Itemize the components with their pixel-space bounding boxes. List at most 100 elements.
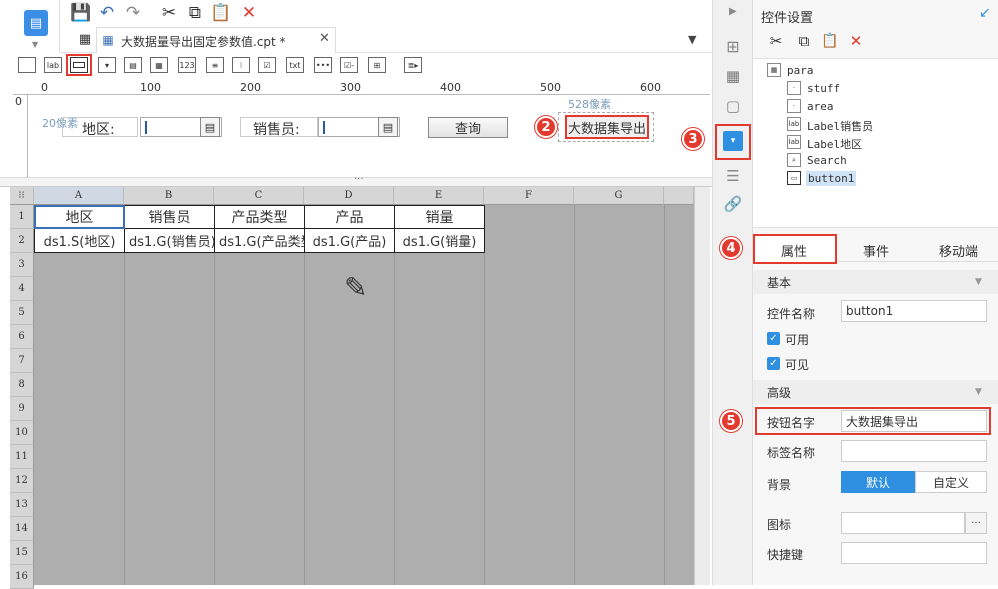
tree-item[interactable]: stuff: [807, 82, 840, 95]
row-header[interactable]: 15: [10, 541, 34, 565]
cell-D2[interactable]: ds1.G(产品): [305, 229, 395, 253]
row-header[interactable]: 13: [10, 493, 34, 517]
icon-input[interactable]: [841, 512, 965, 534]
column-header[interactable]: G: [574, 187, 664, 205]
pane-splitter[interactable]: ···: [0, 174, 712, 187]
query-button[interactable]: 查询: [428, 117, 508, 138]
report-grid[interactable]: ⁝⁝ A B C D E F G 1 2 3 4 5 6 7 8 9 10 11…: [10, 187, 710, 589]
radio-group-icon[interactable]: ⁝: [232, 57, 250, 73]
chevron-down-icon[interactable]: ▼: [32, 40, 38, 49]
label-widget-icon[interactable]: [18, 57, 36, 73]
tree-item[interactable]: Label地区: [807, 136, 862, 152]
cell-B2[interactable]: ds1.G(销售员): [125, 229, 215, 253]
column-header[interactable]: C: [214, 187, 304, 205]
chevron-down-icon[interactable]: ▼: [975, 387, 982, 397]
dock-arrow-icon[interactable]: ↙: [979, 5, 991, 21]
copy-icon[interactable]: ⧉: [795, 32, 813, 50]
row-header[interactable]: 2: [10, 229, 34, 253]
row-header[interactable]: 7: [10, 349, 34, 373]
vertical-scrollbar[interactable]: [694, 187, 710, 585]
row-header[interactable]: 8: [10, 373, 34, 397]
control-name-input[interactable]: button1: [841, 300, 987, 322]
undo-icon[interactable]: ↶: [96, 3, 118, 23]
cell-E2[interactable]: ds1.G(销量): [395, 229, 485, 253]
enabled-checkbox[interactable]: ✓: [767, 332, 780, 345]
close-icon[interactable]: ✕: [319, 31, 330, 46]
row-header[interactable]: 11: [10, 445, 34, 469]
parameter-pane[interactable]: 20像素 528像素 地区: ▤ 销售员: ▤ 查询 大数据集导出 2: [28, 95, 710, 177]
area-picker-icon[interactable]: ▤: [200, 117, 220, 137]
paste-icon[interactable]: 📋: [821, 32, 839, 50]
column-header[interactable]: A: [34, 187, 124, 205]
checkbox-group-icon[interactable]: ☑: [258, 57, 276, 73]
row-header[interactable]: 4: [10, 277, 34, 301]
tab-template[interactable]: ▦ 大数据量导出固定参数值.cpt * ✕: [96, 27, 336, 53]
corner-cell[interactable]: ⁝⁝: [10, 187, 34, 205]
cell-C2[interactable]: ds1.G(产品类型): [215, 229, 305, 253]
row-header[interactable]: 14: [10, 517, 34, 541]
column-header[interactable]: B: [124, 187, 214, 205]
visible-checkbox[interactable]: ✓: [767, 357, 780, 370]
tab-mobile[interactable]: 移动端: [939, 241, 978, 260]
cell-A2[interactable]: ds1.S(地区): [34, 229, 125, 253]
splitter-grip-icon[interactable]: ···: [354, 174, 364, 185]
cell-A1[interactable]: 地区: [34, 205, 125, 229]
tree-root[interactable]: para: [787, 64, 814, 77]
grid-icon[interactable]: ▦: [78, 32, 92, 47]
delete-icon[interactable]: ✕: [847, 32, 865, 50]
textarea-widget-icon[interactable]: ≡: [206, 57, 224, 73]
tree-item-selected[interactable]: button1: [806, 171, 857, 186]
cell-D1[interactable]: 产品: [305, 205, 395, 229]
row-header[interactable]: 9: [10, 397, 34, 421]
row-header[interactable]: 3: [10, 253, 34, 277]
bg-default-button[interactable]: 默认: [841, 471, 915, 493]
column-header[interactable]: E: [394, 187, 484, 205]
number-widget-icon[interactable]: 123: [178, 57, 196, 73]
tab-menu-icon[interactable]: ▼: [688, 33, 696, 46]
cut-icon[interactable]: ✂: [158, 3, 180, 23]
tree-item[interactable]: Label销售员: [807, 118, 873, 134]
hyperlink-icon[interactable]: 🔗: [723, 194, 743, 214]
float-element-icon[interactable]: ▢: [723, 96, 743, 116]
password-widget-icon[interactable]: •••: [314, 57, 332, 73]
export-button[interactable]: 大数据集导出: [565, 115, 649, 139]
row-header[interactable]: 6: [10, 325, 34, 349]
row-header[interactable]: 16: [10, 565, 34, 589]
tag-name-input[interactable]: [841, 440, 987, 462]
save-icon[interactable]: 💾: [70, 3, 92, 23]
condition-icon[interactable]: ☰: [723, 166, 743, 186]
collapse-icon[interactable]: ▶: [729, 6, 737, 17]
tree-widget-icon[interactable]: ⊞: [368, 57, 386, 73]
text-label-widget-icon[interactable]: lab: [44, 57, 62, 73]
column-header[interactable]: D: [304, 187, 394, 205]
calendar-widget-icon[interactable]: ▦: [150, 57, 168, 73]
column-header[interactable]: F: [484, 187, 574, 205]
template-menu[interactable]: ▤ ▼: [0, 0, 60, 52]
cell-C1[interactable]: 产品类型: [215, 205, 305, 229]
cell-element-icon[interactable]: ▦: [723, 66, 743, 86]
cell-attr-icon[interactable]: ⊞: [723, 36, 743, 56]
button-name-input[interactable]: 大数据集导出: [841, 410, 987, 432]
checkbox-widget-icon[interactable]: ☑-: [340, 57, 358, 73]
cut-icon[interactable]: ✂: [767, 32, 785, 50]
cell-B1[interactable]: 销售员: [125, 205, 215, 229]
chevron-down-icon[interactable]: ▼: [975, 277, 982, 287]
more-widget-icon[interactable]: ≣▸: [404, 57, 422, 73]
row-header[interactable]: 10: [10, 421, 34, 445]
date-widget-icon[interactable]: ▤: [124, 57, 142, 73]
copy-icon[interactable]: ⧉: [184, 3, 206, 23]
bg-custom-button[interactable]: 自定义: [915, 471, 987, 493]
redo-icon[interactable]: ↷: [122, 3, 144, 23]
icon-browse-button[interactable]: ···: [965, 512, 987, 534]
tree-item[interactable]: area: [807, 100, 834, 113]
column-header[interactable]: [664, 187, 694, 205]
tab-events[interactable]: 事件: [863, 241, 889, 260]
paste-icon[interactable]: 📋: [210, 3, 232, 23]
shortcut-input[interactable]: [841, 542, 987, 564]
widget-settings-icon[interactable]: ▾: [723, 131, 743, 151]
cell-E1[interactable]: 销量: [395, 205, 485, 229]
designer-logo-icon[interactable]: ▤: [24, 10, 48, 36]
dropdown-widget-icon[interactable]: ▾: [98, 57, 116, 73]
text-widget-icon[interactable]: txt: [286, 57, 304, 73]
row-header[interactable]: 12: [10, 469, 34, 493]
